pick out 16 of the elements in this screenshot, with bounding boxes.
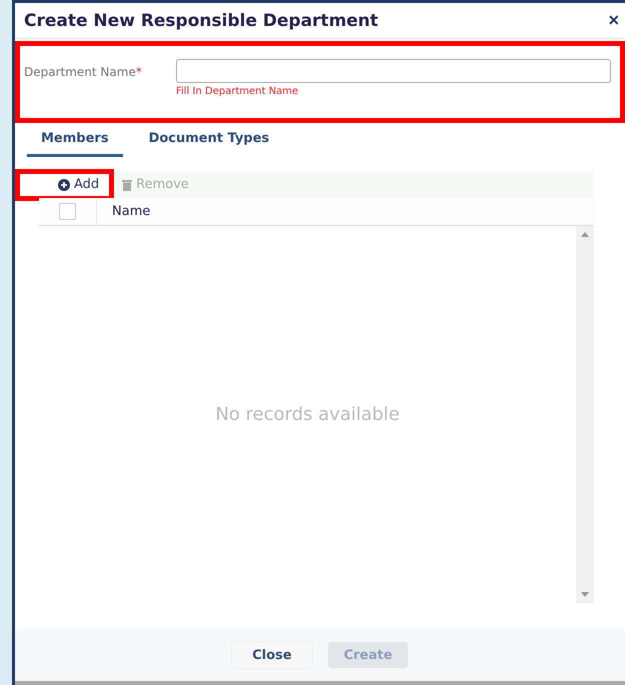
- tab[interactable]: Members: [27, 127, 123, 157]
- close-button[interactable]: Close: [232, 642, 312, 668]
- scroll-up-icon[interactable]: [581, 232, 589, 237]
- error-message: Fill In Department Name: [176, 86, 300, 97]
- field-label: Department Name*: [24, 64, 143, 81]
- add-button[interactable]: Add: [15, 168, 114, 200]
- select-all-checkbox[interactable]: [59, 203, 76, 220]
- scrollbar[interactable]: [576, 226, 594, 603]
- trash-icon: [122, 178, 132, 190]
- tab[interactable]: Document Types: [134, 127, 284, 157]
- department-name-field[interactable]: [176, 59, 611, 83]
- column-header[interactable]: Name: [97, 204, 150, 219]
- dialog-title: Create New Responsible Department: [24, 10, 378, 30]
- empty-message: No records available: [215, 404, 400, 425]
- plus-circle-icon: [58, 178, 70, 190]
- scroll-down-icon[interactable]: [581, 592, 589, 597]
